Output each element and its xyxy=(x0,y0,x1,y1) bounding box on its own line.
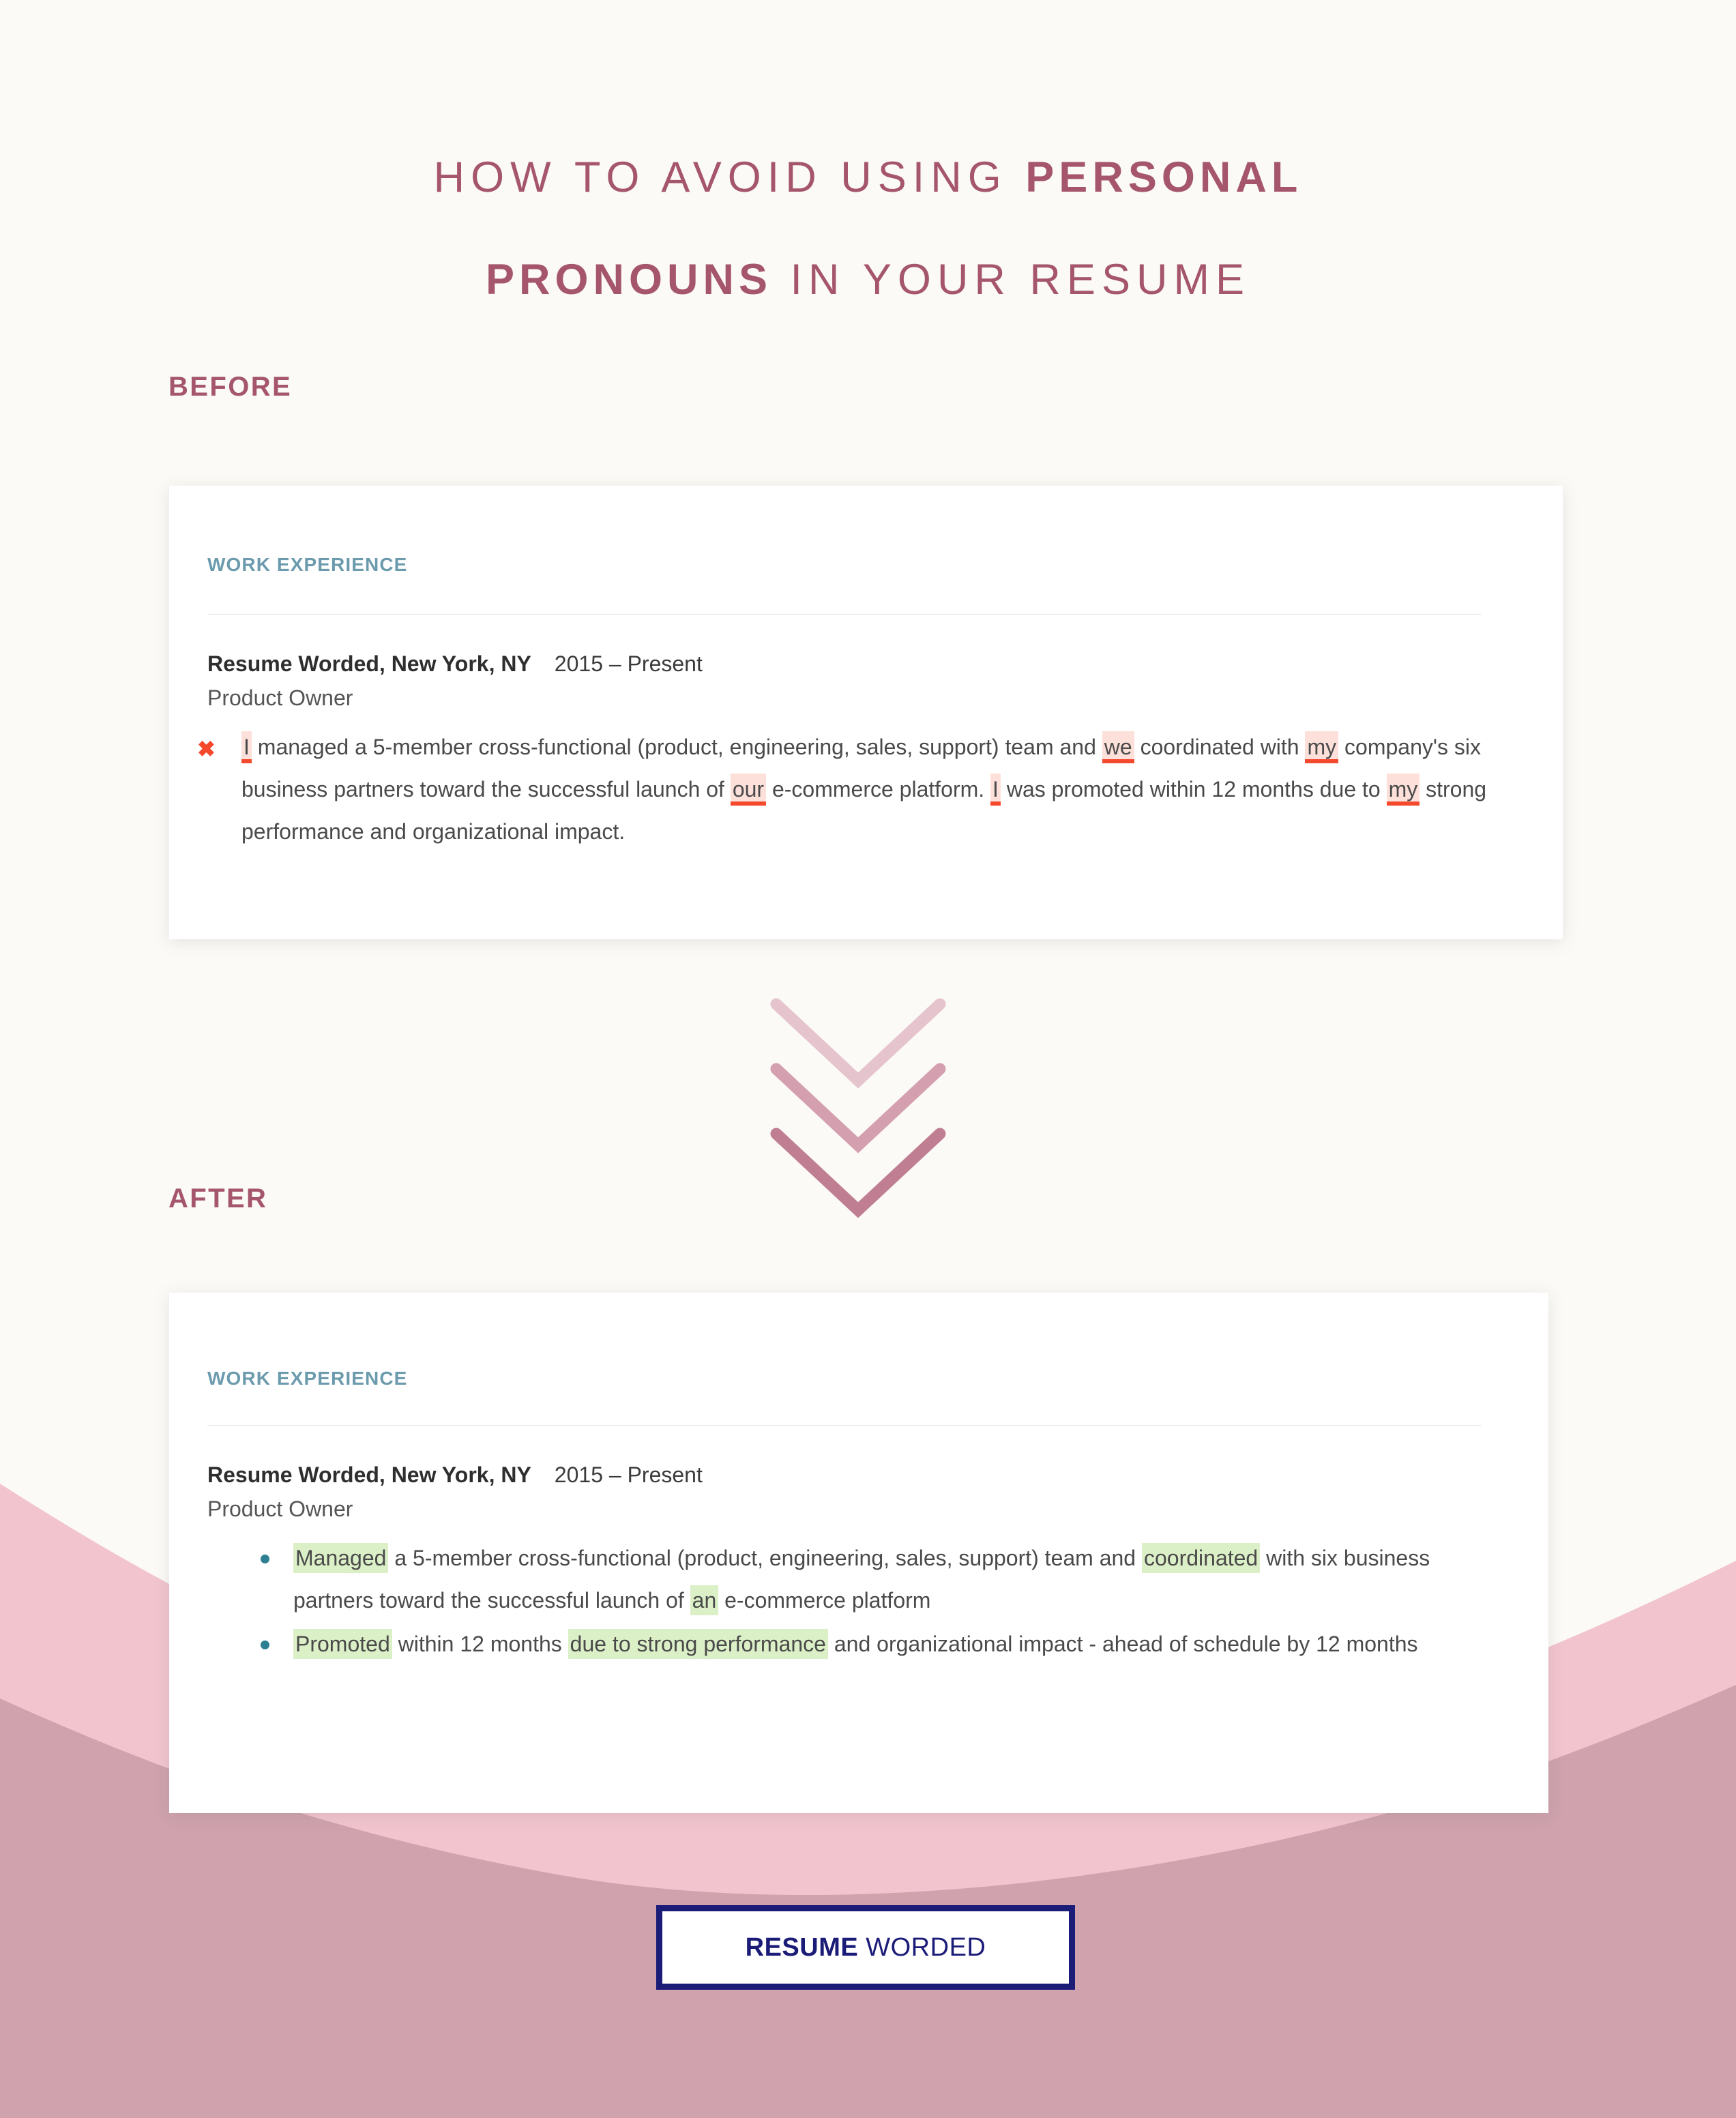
before-divider xyxy=(207,614,1482,615)
after-bullet-0-run-1: a 5-member cross-functional (product, en… xyxy=(388,1546,1142,1570)
page-title: HOW TO AVOID USING PERSONAL PRONOUNS IN … xyxy=(0,126,1736,331)
before-text-highlight-6: our xyxy=(730,774,767,806)
after-bullet-0-highlight-2: coordinated xyxy=(1141,1543,1261,1573)
before-card-inner: WORK EXPERIENCE xyxy=(169,486,1563,576)
before-text-highlight-10: my xyxy=(1386,774,1420,806)
after-dates: 2015 – Present xyxy=(554,1462,703,1487)
page-title-line-2: PRONOUNS IN YOUR RESUME xyxy=(0,229,1736,331)
before-text-highlight-8: I xyxy=(990,774,1001,806)
logo-text: RESUME WORDED xyxy=(746,1933,986,1962)
after-bullet-item: Managed a 5-member cross-functional (pro… xyxy=(261,1537,1510,1621)
before-resume-card: WORK EXPERIENCE Resume Worded, New York,… xyxy=(169,486,1563,939)
after-employer: Resume Worded, New York, NY xyxy=(207,1462,531,1487)
after-bullet-0-highlight-0: Managed xyxy=(293,1543,389,1573)
after-bullet-item: Promoted within 12 months due to strong … xyxy=(261,1623,1510,1665)
before-role: Product Owner xyxy=(207,686,353,710)
after-section-label: AFTER xyxy=(168,1183,268,1214)
after-employer-line: Resume Worded, New York, NY 2015 – Presen… xyxy=(207,1462,1510,1488)
before-text-run-3: coordinated with xyxy=(1134,735,1306,759)
after-card-inner: WORK EXPERIENCE xyxy=(169,1293,1548,1389)
before-paragraph-text: I managed a 5-member cross-functional (p… xyxy=(241,731,1486,844)
after-role: Product Owner xyxy=(207,1497,353,1521)
before-text-highlight-0: I xyxy=(241,731,252,763)
before-dates: 2015 – Present xyxy=(554,651,703,676)
after-resume-card: WORK EXPERIENCE Resume Worded, New York,… xyxy=(169,1293,1548,1813)
before-card-body: Resume Worded, New York, NY 2015 – Presen… xyxy=(169,651,1563,853)
page-title-line-1: HOW TO AVOID USING PERSONAL xyxy=(0,126,1736,229)
after-bullet-0-run-5: e-commerce platform xyxy=(718,1588,931,1613)
logo-text-normal: WORDED xyxy=(858,1932,986,1962)
page-title-part-1: HOW TO AVOID USING xyxy=(433,153,1026,201)
logo-text-bold: RESUME xyxy=(745,1932,859,1962)
before-bullet-paragraph: ✖ I managed a 5-member cross-functional … xyxy=(197,726,1525,853)
after-bullet-0-highlight-4: an xyxy=(690,1585,719,1615)
after-divider xyxy=(207,1425,1482,1426)
after-bullet-1-run-3: and organizational impact - ahead of sch… xyxy=(827,1632,1418,1656)
page-title-part-4: IN YOUR RESUME xyxy=(772,256,1250,304)
after-bullet-1-highlight-0: Promoted xyxy=(293,1629,392,1659)
chevron-down-icon-group xyxy=(770,998,946,1218)
cross-mark-icon: ✖ xyxy=(197,737,216,761)
infographic-page: HOW TO AVOID USING PERSONAL PRONOUNS IN … xyxy=(0,0,1736,2118)
before-text-highlight-4: my xyxy=(1305,731,1339,763)
before-text-run-7: e-commerce platform. xyxy=(766,777,991,801)
before-text-run-9: was promoted within 12 months due to xyxy=(1000,777,1387,801)
resume-worded-logo[interactable]: RESUME WORDED xyxy=(656,1905,1075,1990)
before-work-experience-heading: WORK EXPERIENCE xyxy=(207,554,408,575)
before-section-label: BEFORE xyxy=(168,372,293,402)
before-employer: Resume Worded, New York, NY xyxy=(207,651,531,676)
page-title-part-3: PRONOUNS xyxy=(486,256,773,304)
before-text-highlight-2: we xyxy=(1102,731,1134,763)
after-bullet-list: Managed a 5-member cross-functional (pro… xyxy=(207,1537,1510,1665)
after-bullet-1-run-1: within 12 months xyxy=(392,1632,568,1656)
after-bullet-1-highlight-2: due to strong performance xyxy=(568,1629,828,1659)
after-card-body: Resume Worded, New York, NY 2015 – Presen… xyxy=(169,1462,1548,1665)
after-work-experience-heading: WORK EXPERIENCE xyxy=(207,1368,408,1389)
before-text-run-1: managed a 5-member cross-functional (pro… xyxy=(251,735,1102,759)
page-title-part-2: PERSONAL xyxy=(1025,153,1303,201)
chevron-down-icon-1 xyxy=(770,998,946,1089)
before-employer-line: Resume Worded, New York, NY 2015 – Presen… xyxy=(207,651,1525,677)
